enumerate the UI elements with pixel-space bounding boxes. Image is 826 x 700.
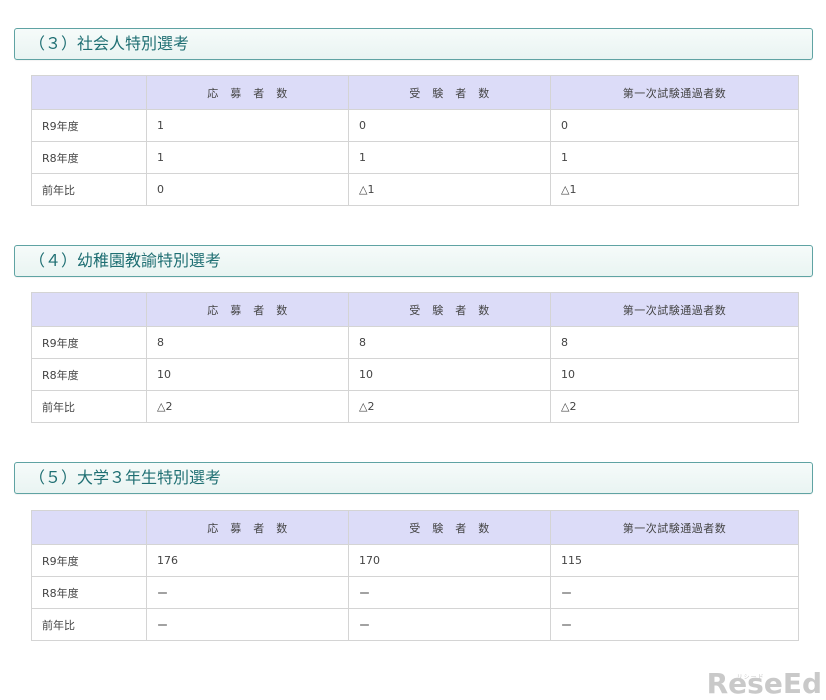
header-cell: 第一次試験通過者数 [550,292,799,327]
logo-kana: リシード [736,674,765,681]
section-title-5: （５）大学３年生特別選考 [14,462,813,494]
header-cell [31,75,147,110]
table-row: R8年度 10 10 10 [31,358,799,391]
header-cell: 受 験 者 数 [348,292,551,327]
table-cell: R8年度 [31,576,147,609]
header-cell: 応 募 者 数 [146,510,349,545]
table-row: R8年度 ー ー ー [31,576,799,609]
table-cell: ー [550,576,799,609]
header-cell: 第一次試験通過者数 [550,510,799,545]
table-cell: 8 [146,326,349,359]
table-cell: ー [348,608,551,641]
header-cell: 受 験 者 数 [348,510,551,545]
table-cell: 8 [550,326,799,359]
table-cell: 1 [146,109,349,142]
header-cell: 応 募 者 数 [146,75,349,110]
table-cell: ー [146,576,349,609]
table-header-row: 応 募 者 数 受 験 者 数 第一次試験通過者数 [31,510,799,545]
header-cell: 第一次試験通過者数 [550,75,799,110]
reseed-logo: リシード ReseEd [707,670,822,698]
table-cell: ー [348,576,551,609]
table-header-row: 応 募 者 数 受 験 者 数 第一次試験通過者数 [31,292,799,327]
table-row: R9年度 176 170 115 [31,544,799,577]
header-cell: 受 験 者 数 [348,75,551,110]
table-cell: 0 [146,173,349,206]
table-cell: △1 [550,173,799,206]
table-header-row: 応 募 者 数 受 験 者 数 第一次試験通過者数 [31,75,799,110]
data-table-4: 応 募 者 数 受 験 者 数 第一次試験通過者数 R9年度 8 8 8 R8年… [31,292,799,423]
table-cell: 10 [348,358,551,391]
header-cell: 応 募 者 数 [146,292,349,327]
header-cell [31,510,147,545]
table-cell: R9年度 [31,326,147,359]
table-cell: 1 [550,141,799,174]
table-cell: 115 [550,544,799,577]
table-cell: 8 [348,326,551,359]
header-cell [31,292,147,327]
data-table-3: 応 募 者 数 受 験 者 数 第一次試験通過者数 R9年度 1 0 0 R8年… [31,75,799,206]
section-title-4: （４）幼稚園教諭特別選考 [14,245,813,277]
table-row: R8年度 1 1 1 [31,141,799,174]
table-cell: 前年比 [31,390,147,423]
table-cell: △2 [550,390,799,423]
table-cell: R8年度 [31,141,147,174]
table-cell: △2 [146,390,349,423]
table-cell: 10 [146,358,349,391]
table-cell: △1 [348,173,551,206]
table-cell: 170 [348,544,551,577]
table-row: R9年度 1 0 0 [31,109,799,142]
table-cell: 10 [550,358,799,391]
table-cell: 176 [146,544,349,577]
table-cell: R9年度 [31,109,147,142]
table-row: R9年度 8 8 8 [31,326,799,359]
table-cell: ー [550,608,799,641]
data-table-5: 応 募 者 数 受 験 者 数 第一次試験通過者数 R9年度 176 170 1… [31,510,799,641]
table-cell: △2 [348,390,551,423]
table-row: 前年比 △2 △2 △2 [31,390,799,423]
table-row: 前年比 ー ー ー [31,608,799,641]
table-cell: 0 [348,109,551,142]
table-cell: 前年比 [31,608,147,641]
section-title-3: （３）社会人特別選考 [14,28,813,60]
table-cell: 1 [348,141,551,174]
table-cell: R9年度 [31,544,147,577]
table-cell: R8年度 [31,358,147,391]
table-cell: 前年比 [31,173,147,206]
table-row: 前年比 0 △1 △1 [31,173,799,206]
table-cell: ー [146,608,349,641]
table-cell: 0 [550,109,799,142]
table-cell: 1 [146,141,349,174]
